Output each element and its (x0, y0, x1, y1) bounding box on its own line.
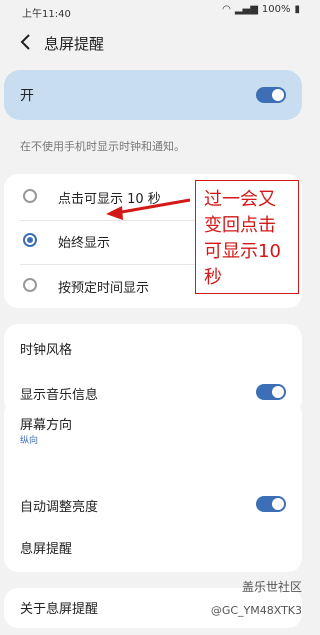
clock-style-label: 时钟风格 (20, 343, 73, 358)
annotation-line-2: 变回点击 (204, 215, 276, 236)
auto-brightness-row[interactable]: 自动调整亮度 (4, 484, 302, 524)
radio-label-always: 始终显示 (58, 236, 111, 251)
annotation-box: 过一会又 变回点击 可显示10 秒 (195, 180, 299, 294)
status-icons: ◠ ▂▄▆ 100% ▮ (222, 4, 300, 15)
master-switch-row[interactable]: 开 (4, 70, 302, 120)
toggle-knob (272, 89, 284, 101)
radio-button[interactable] (23, 278, 37, 292)
clock-style-row[interactable]: 时钟风格 (4, 324, 302, 368)
radio-button[interactable] (23, 189, 37, 203)
back-arrow-icon[interactable] (16, 32, 36, 52)
master-toggle[interactable] (256, 87, 286, 103)
watermark-handle: @GC_YM48XTK3 (210, 604, 302, 617)
about-label: 关于息屏提醒 (20, 602, 99, 617)
watermark-title: 盖乐世社区 (241, 580, 302, 594)
status-time: 上午11:40 (22, 9, 71, 20)
annotation-line-4: 秒 (204, 267, 222, 288)
page-title: 息屏提醒 (44, 35, 105, 53)
orientation-value: 纵向 (20, 436, 39, 446)
radio-label-scheduled: 按预定时间显示 (58, 281, 150, 296)
status-bar: 上午11:40 ◠ ▂▄▆ 100% ▮ (0, 0, 306, 22)
radio-button-selected[interactable] (23, 233, 37, 247)
aod-label: 息屏提醒 (20, 542, 73, 557)
display-card: 屏幕方向 纵向 自动调整亮度 息屏提醒 (4, 400, 302, 572)
description-text: 在不使用手机时显示时钟和通知。 (20, 140, 185, 153)
header: 息屏提醒 (0, 26, 306, 60)
master-switch-label: 开 (20, 88, 34, 104)
signal-icon: ▂▄▆ (234, 4, 258, 15)
auto-brightness-label: 自动调整亮度 (20, 500, 99, 515)
annotation-line-3: 可显示10 (204, 241, 281, 262)
battery-icon: ▮ (294, 4, 300, 15)
toggle-knob (272, 498, 284, 510)
annotation-line-1: 过一会又 (204, 189, 276, 210)
radio-label-tap: 点击可显示 10 秒 (58, 192, 161, 207)
orientation-label: 屏幕方向 (20, 418, 73, 433)
music-info-toggle[interactable] (256, 384, 286, 400)
battery-level: 100% (261, 4, 291, 15)
auto-brightness-toggle[interactable] (256, 496, 286, 512)
wifi-icon: ◠ (222, 4, 231, 15)
orientation-row[interactable]: 屏幕方向 纵向 (4, 400, 302, 450)
toggle-knob (272, 386, 284, 398)
aod-row[interactable]: 息屏提醒 (4, 526, 302, 566)
